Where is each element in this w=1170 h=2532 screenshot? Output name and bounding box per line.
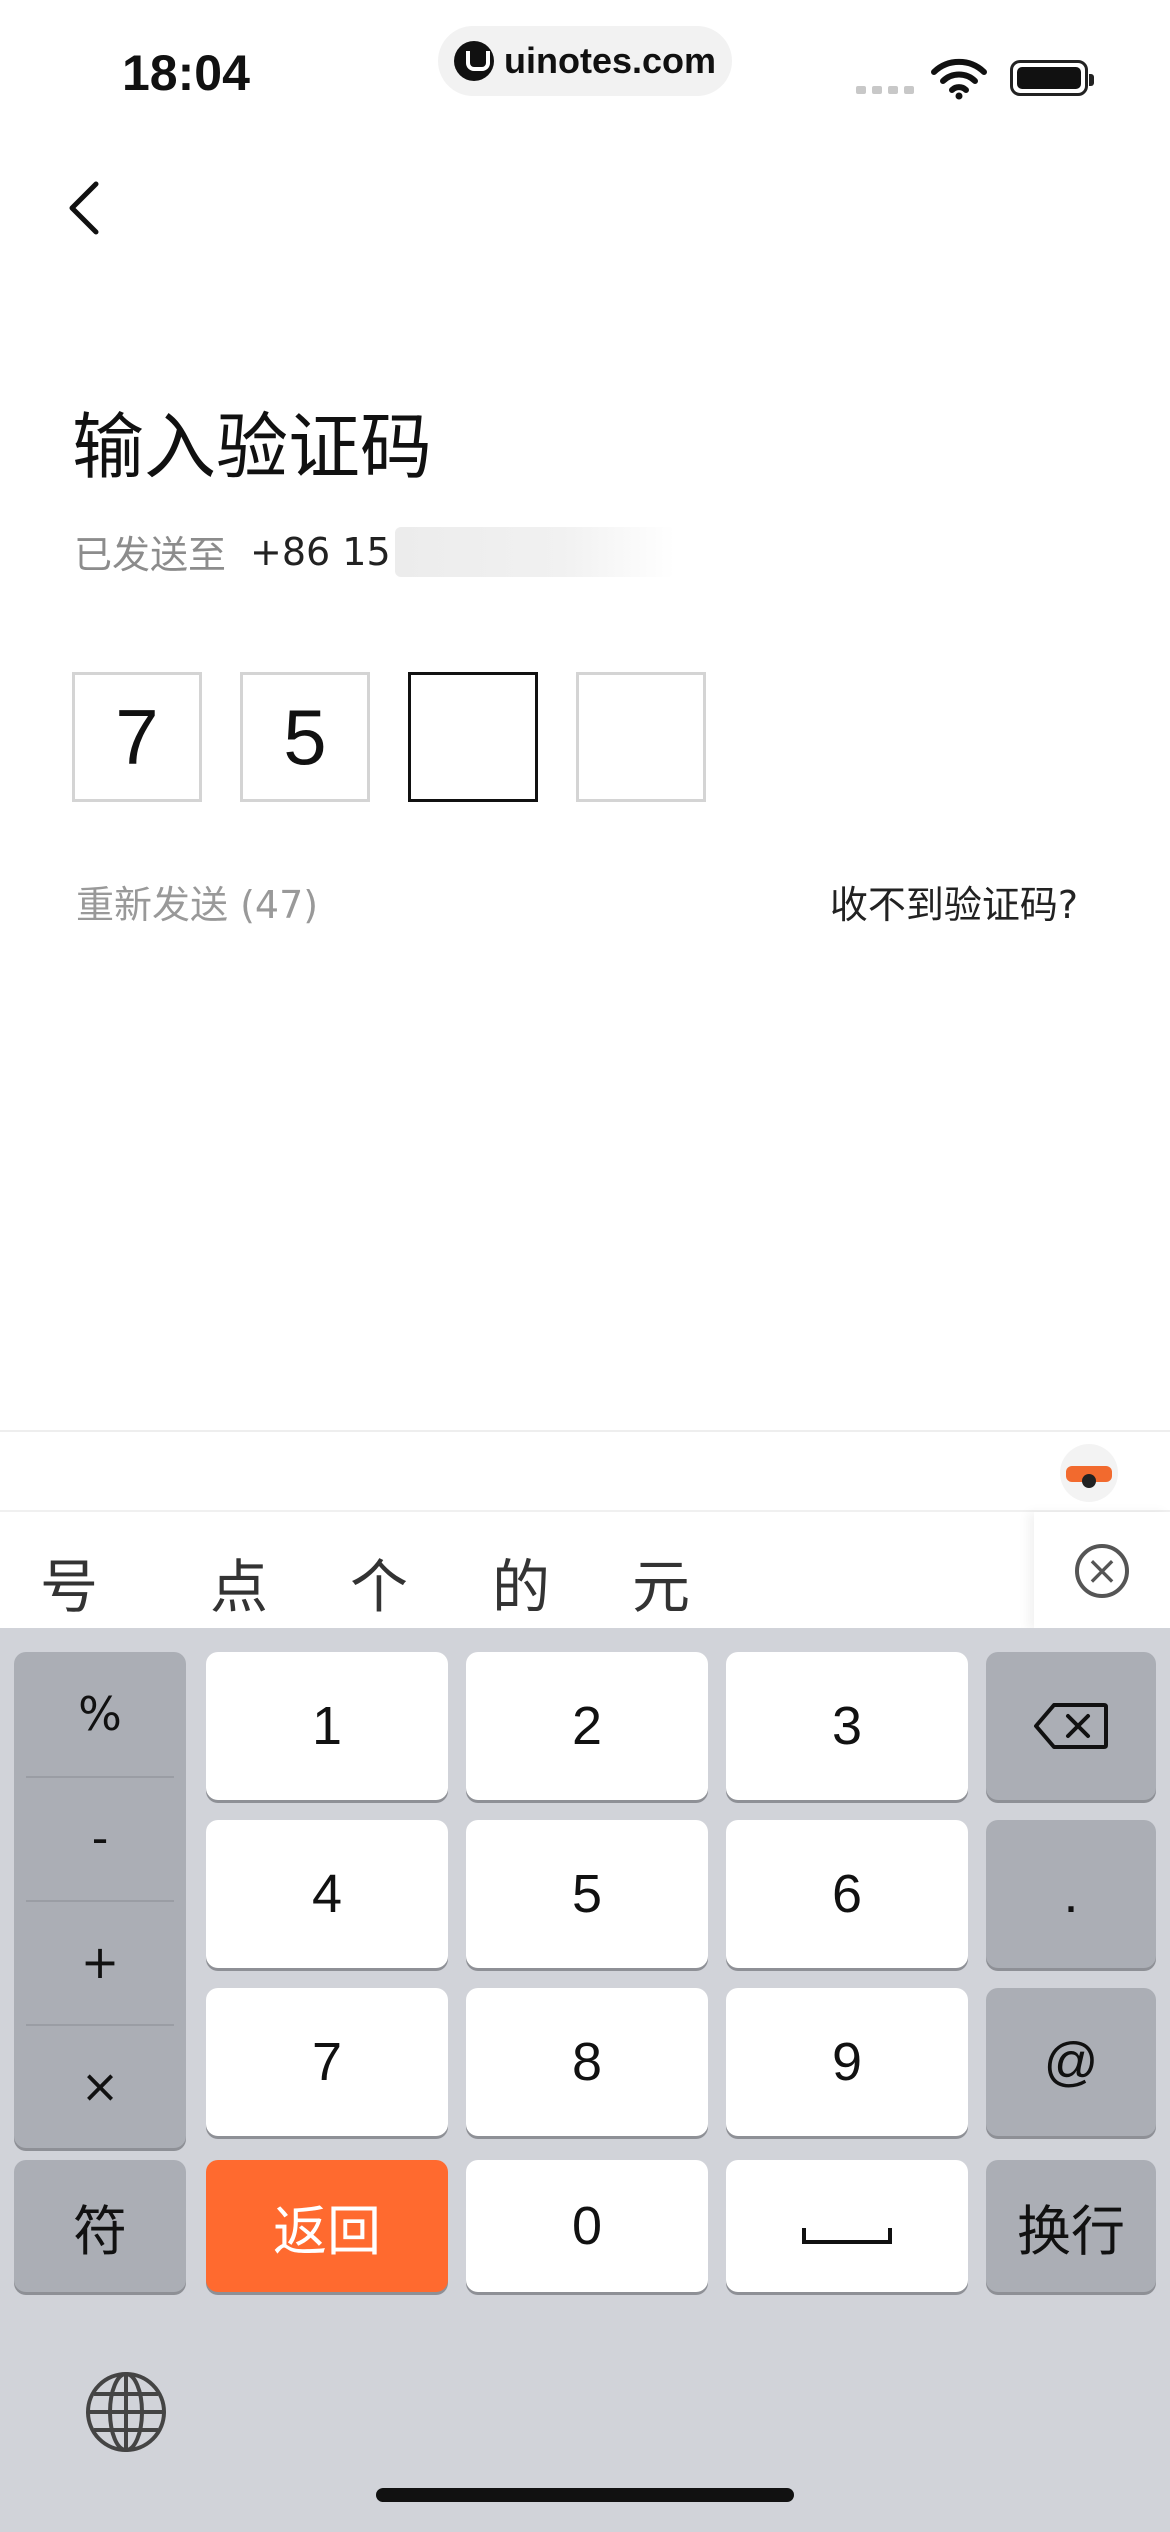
key-5[interactable]: 5 (466, 1820, 708, 1968)
at-key[interactable]: @ (986, 1988, 1156, 2136)
key-7[interactable]: 7 (206, 1988, 448, 2136)
page-title: 输入验证码 (72, 405, 433, 489)
code-box-2[interactable]: 5 (240, 672, 370, 802)
code-box-4[interactable] (576, 672, 706, 802)
symbol-key-minus[interactable]: - (14, 1776, 186, 1900)
status-time: 18:04 (122, 45, 250, 101)
key-4[interactable]: 4 (206, 1820, 448, 1968)
enter-key[interactable]: 换行 (986, 2160, 1156, 2292)
phone-number: +86 15 (250, 529, 391, 574)
backspace-icon (1034, 1703, 1108, 1749)
sent-to-line: 已发送至 +86 15 (74, 524, 675, 579)
candidate-item[interactable]: 点 (210, 1540, 268, 1624)
backspace-key[interactable] (986, 1652, 1156, 1800)
symbol-column[interactable]: % - + × (14, 1652, 186, 2148)
home-indicator (376, 2488, 794, 2502)
back-chevron-icon[interactable] (48, 168, 128, 248)
key-2[interactable]: 2 (466, 1652, 708, 1800)
sent-label: 已发送至 (74, 533, 227, 577)
cellular-signal-icon (856, 86, 914, 94)
numeric-keyboard: % - + × 1 2 3 4 5 6 . 7 8 9 @ 符 返回 0 换行 (0, 1628, 1170, 2532)
symbols-key[interactable]: 符 (14, 2160, 186, 2292)
symbol-key-plus[interactable]: + (14, 1900, 186, 2024)
symbol-key-percent[interactable]: % (14, 1652, 186, 1776)
candidate-item[interactable]: 个 (350, 1540, 408, 1624)
candidate-item[interactable]: 的 (492, 1540, 550, 1624)
key-1[interactable]: 1 (206, 1652, 448, 1800)
resend-countdown: 重新发送 (47) (76, 883, 319, 927)
input-method-mascot-icon[interactable] (1060, 1444, 1118, 1502)
code-box-1[interactable]: 7 (72, 672, 202, 802)
candidate-item[interactable]: 元 (632, 1540, 690, 1624)
symbol-key-times[interactable]: × (14, 2024, 186, 2148)
wifi-icon (931, 58, 987, 100)
globe-icon[interactable] (84, 2370, 168, 2454)
close-circle-icon: × (1075, 1544, 1129, 1598)
site-logo-icon (454, 41, 494, 81)
code-input-row[interactable]: 7 5 (72, 672, 706, 802)
dot-key[interactable]: . (986, 1820, 1156, 1968)
key-3[interactable]: 3 (726, 1652, 968, 1800)
candidate-item[interactable]: 号 (40, 1540, 98, 1624)
candidate-bar: 号 点 个 的 元 × (0, 1510, 1170, 1630)
space-key[interactable] (726, 2160, 968, 2292)
key-9[interactable]: 9 (726, 1988, 968, 2136)
return-key[interactable]: 返回 (206, 2160, 448, 2292)
url-pill[interactable]: uinotes.com (438, 26, 732, 96)
battery-icon (1010, 60, 1094, 96)
collapse-candidates-button[interactable]: × (1034, 1512, 1170, 1630)
no-code-link[interactable]: 收不到验证码? (830, 874, 1078, 929)
phone-redaction (394, 526, 675, 577)
keyboard-toolbar (0, 1430, 1170, 1510)
space-icon (802, 2228, 892, 2244)
code-box-3[interactable] (408, 672, 538, 802)
key-6[interactable]: 6 (726, 1820, 968, 1968)
url-text: uinotes.com (504, 40, 717, 81)
key-8[interactable]: 8 (466, 1988, 708, 2136)
key-0[interactable]: 0 (466, 2160, 708, 2292)
